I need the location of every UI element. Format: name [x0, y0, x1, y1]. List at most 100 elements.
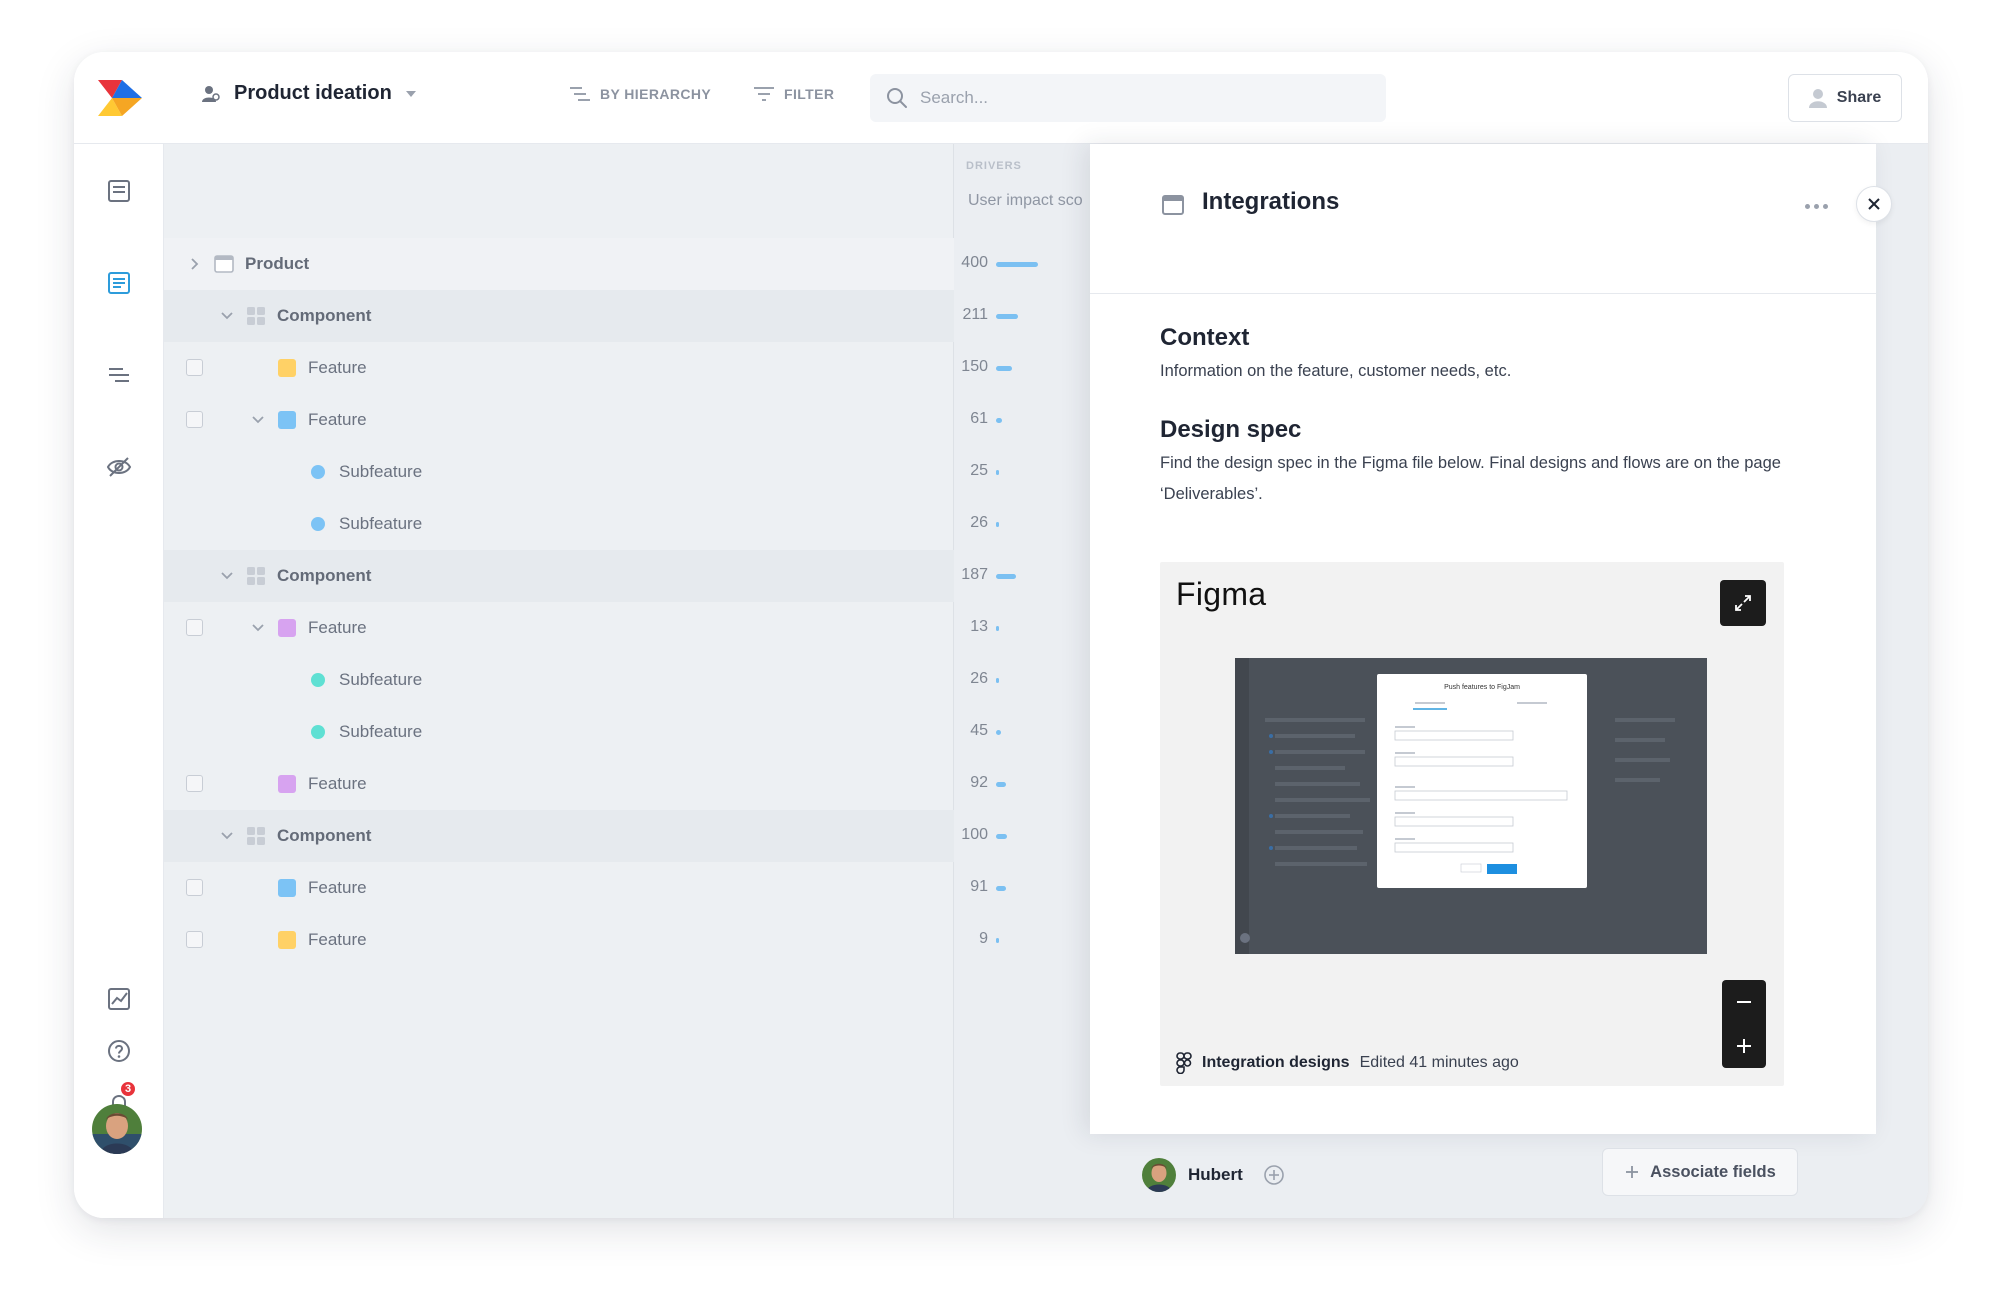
- feature-icon: [278, 931, 296, 949]
- tree-row-feature[interactable]: Feature: [164, 914, 954, 966]
- chevron-down-icon[interactable]: [220, 309, 234, 323]
- modal-form-graphic: [1394, 702, 1568, 874]
- impact-bar: [996, 418, 1002, 423]
- feature-icon: [278, 359, 296, 377]
- figma-edited-time: Edited 41 minutes ago: [1359, 1054, 1519, 1071]
- add-follower-icon[interactable]: [1263, 1164, 1285, 1186]
- user-icon: [1808, 89, 1827, 108]
- tree-row-product[interactable]: Product: [164, 238, 954, 290]
- filter-button[interactable]: FILTER: [754, 86, 834, 102]
- row-label: Component: [277, 566, 372, 585]
- tree-row-subfeature[interactable]: Subfeature: [164, 654, 954, 706]
- feature-icon: [278, 411, 296, 429]
- impact-value: 400: [961, 254, 988, 271]
- impact-bar: [996, 886, 1006, 891]
- sidebar-features-button[interactable]: [104, 268, 134, 298]
- tree-row-feature[interactable]: Feature: [164, 394, 954, 446]
- row-label: Subfeature: [339, 462, 423, 481]
- workspace-selector[interactable]: Product ideation: [200, 82, 416, 105]
- impact-value: 13: [970, 618, 988, 635]
- detail-panel: Integrations Context Information on the …: [1090, 144, 1876, 1134]
- tree-row-feature[interactable]: Feature: [164, 602, 954, 654]
- feature-icon: [278, 775, 296, 793]
- design-spec-heading: Design spec: [1160, 416, 1302, 443]
- drivers-section-label: DRIVERS: [966, 160, 1022, 172]
- figma-file-name[interactable]: Integration designs: [1202, 1054, 1350, 1072]
- impact-value: 61: [970, 410, 988, 427]
- user-avatar[interactable]: [92, 1104, 142, 1154]
- subfeature-icon: [311, 673, 325, 687]
- owner[interactable]: Hubert: [1142, 1158, 1285, 1192]
- app-logo-icon[interactable]: [96, 80, 144, 116]
- sidebar-insights-button[interactable]: [104, 452, 134, 482]
- row-checkbox[interactable]: [186, 411, 203, 428]
- tree-row-feature[interactable]: Feature: [164, 862, 954, 914]
- figma-embed[interactable]: Figma Push features to FigJam Integratio…: [1160, 562, 1784, 1086]
- subfeature-icon: [311, 725, 325, 739]
- search-input[interactable]: [920, 88, 1360, 108]
- push-modal-preview: Push features to FigJam: [1377, 674, 1587, 888]
- impact-value: 91: [970, 878, 988, 895]
- tree-row-subfeature[interactable]: Subfeature: [164, 706, 954, 758]
- row-checkbox[interactable]: [186, 931, 203, 948]
- tree-row-subfeature[interactable]: Subfeature: [164, 446, 954, 498]
- row-checkbox[interactable]: [186, 619, 203, 636]
- chevron-down-icon[interactable]: [251, 621, 265, 635]
- close-button[interactable]: [1856, 186, 1892, 222]
- detail-header: Integrations: [1090, 144, 1876, 294]
- feature-icon: [278, 879, 296, 897]
- context-heading: Context: [1160, 324, 1250, 351]
- impact-value: 92: [970, 774, 988, 791]
- team-icon: [202, 85, 220, 102]
- row-checkbox[interactable]: [186, 775, 203, 792]
- search-icon: [887, 88, 907, 108]
- tree-row-feature[interactable]: Feature: [164, 758, 954, 810]
- row-label: Feature: [308, 774, 367, 793]
- by-hierarchy-button[interactable]: BY HIERARCHY: [570, 86, 711, 102]
- impact-bar: [996, 834, 1007, 839]
- sidebar-roadmap-button[interactable]: [104, 360, 134, 390]
- more-options-icon[interactable]: [1805, 204, 1828, 209]
- tree-row-feature[interactable]: Feature: [164, 342, 954, 394]
- impact-value: 26: [970, 670, 988, 687]
- impact-bar: [996, 262, 1038, 267]
- row-label: Component: [277, 306, 372, 325]
- chevron-down-icon[interactable]: [251, 413, 265, 427]
- impact-bar: [996, 678, 999, 683]
- sidebar-notes-button[interactable]: [104, 176, 134, 206]
- row-checkbox[interactable]: [186, 879, 203, 896]
- impact-bar: [996, 782, 1006, 787]
- zoom-in-button[interactable]: [1722, 1024, 1766, 1068]
- notes-icon: [108, 180, 130, 202]
- row-label: Component: [277, 826, 372, 845]
- workspace-title: Product ideation: [234, 82, 392, 104]
- avatar-photo-icon: [92, 1104, 142, 1154]
- detail-title: Integrations: [1202, 188, 1340, 215]
- expand-button[interactable]: [1720, 580, 1766, 626]
- impact-bar: [996, 366, 1012, 371]
- tree-row-component[interactable]: Component: [164, 290, 954, 342]
- zoom-out-button[interactable]: [1722, 980, 1766, 1024]
- impact-value: 211: [962, 306, 988, 323]
- tree-row-subfeature[interactable]: Subfeature: [164, 498, 954, 550]
- associate-fields-label: Associate fields: [1650, 1162, 1776, 1181]
- roadmap-icon: [109, 368, 129, 382]
- share-button[interactable]: Share: [1788, 74, 1902, 122]
- product-icon: [214, 255, 234, 273]
- chevron-down-icon[interactable]: [220, 569, 234, 583]
- row-label: Feature: [308, 878, 367, 897]
- plus-icon: [1626, 1166, 1639, 1178]
- chevron-down-icon[interactable]: [220, 829, 234, 843]
- chevron-right-icon[interactable]: [188, 257, 202, 271]
- row-checkbox[interactable]: [186, 359, 203, 376]
- sidebar-help-button[interactable]: [104, 1036, 134, 1066]
- associate-fields-button[interactable]: Associate fields: [1602, 1148, 1798, 1196]
- filter-label: FILTER: [784, 86, 835, 102]
- tree-row-component[interactable]: Component: [164, 810, 954, 862]
- detail-footer: Hubert Associate fields: [1090, 1134, 1798, 1218]
- search-bar[interactable]: [870, 74, 1386, 122]
- column-header-user-impact[interactable]: User impact sco: [968, 192, 1083, 210]
- tree-row-component[interactable]: Component: [164, 550, 954, 602]
- sidebar-analytics-button[interactable]: [104, 984, 134, 1014]
- owner-name: Hubert: [1188, 1165, 1243, 1184]
